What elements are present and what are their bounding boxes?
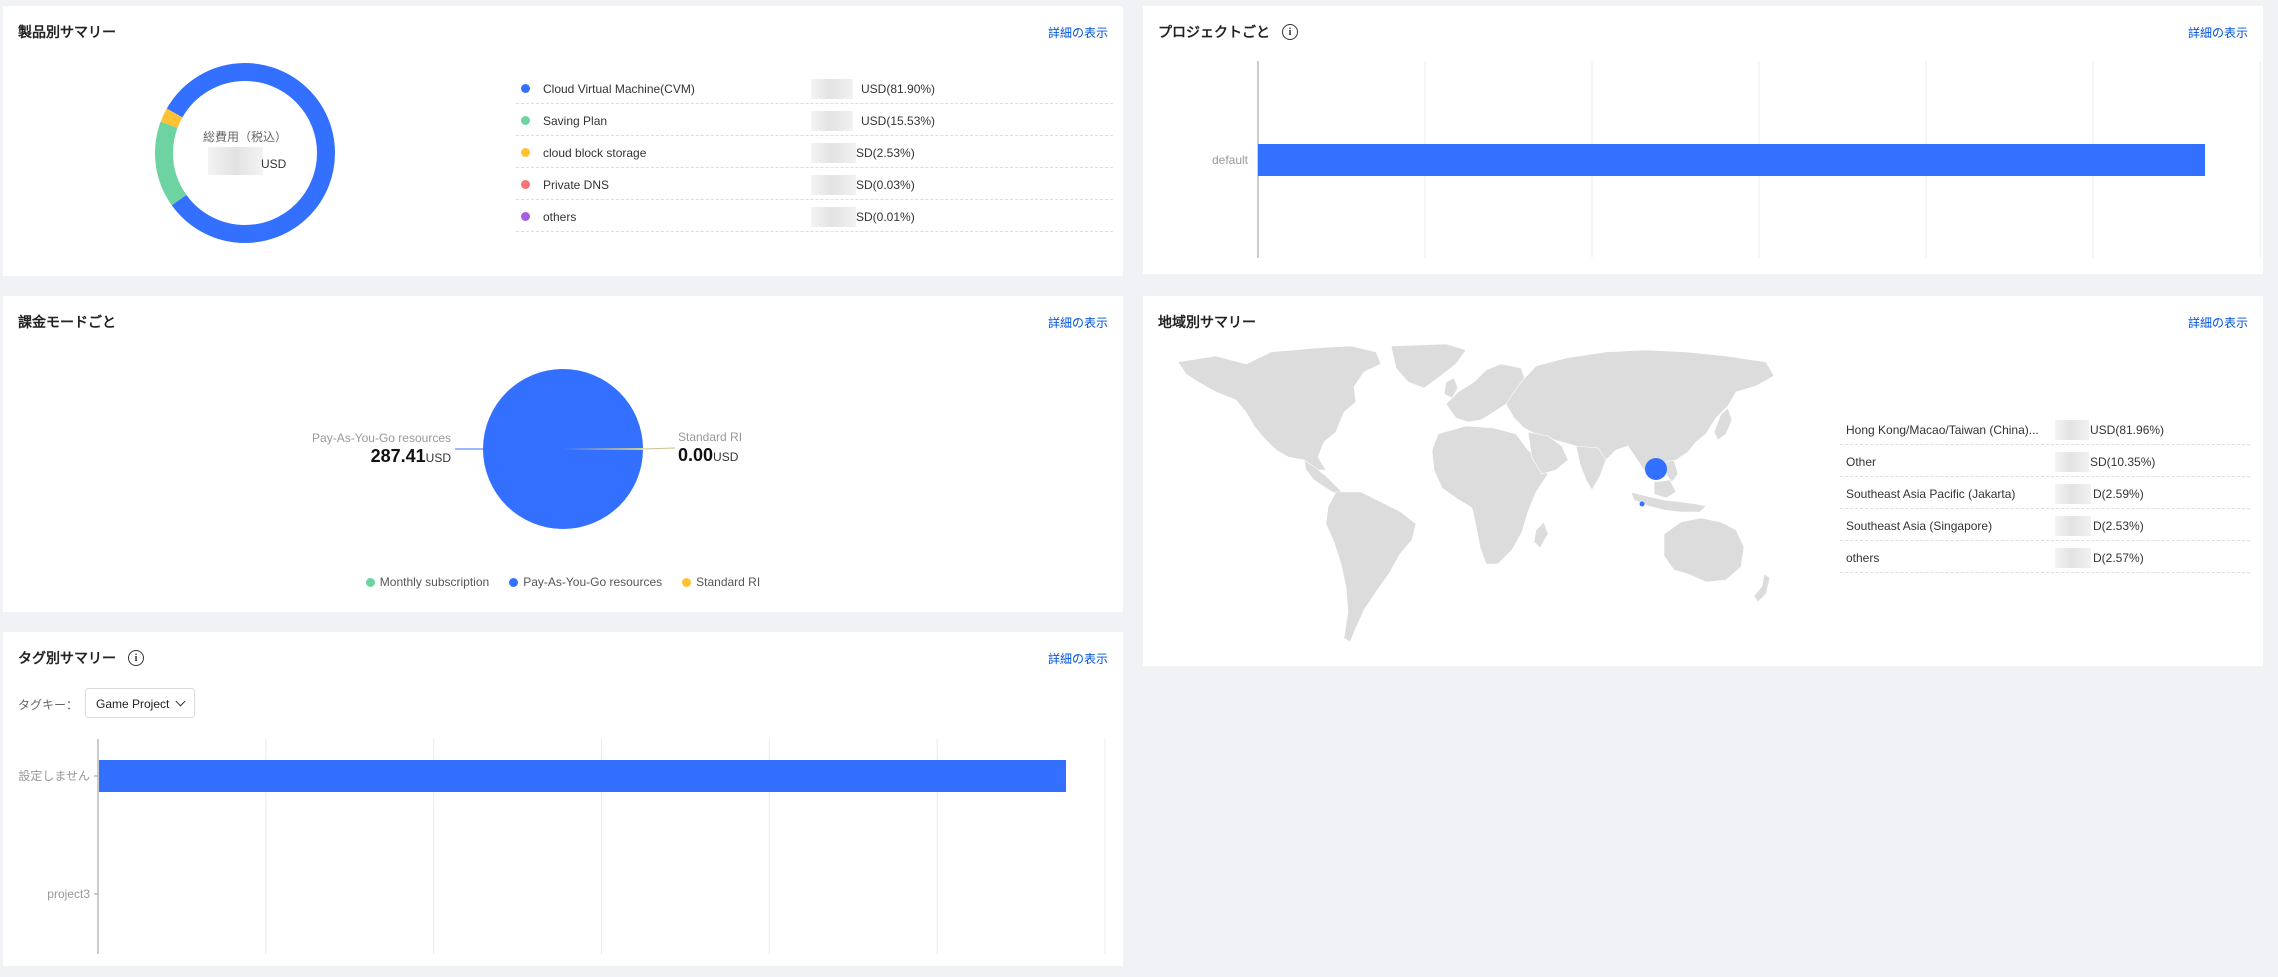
payg-label: Pay-As-You-Go resources xyxy=(312,431,451,445)
value-mask xyxy=(811,143,856,163)
region-value: D(2.53%) xyxy=(2093,519,2144,533)
donut-center-label: 総費用（税込） xyxy=(203,130,288,144)
tag-summary-card: タグ別サマリー i 詳細の表示 タグキー： Game Project 設定しません… xyxy=(3,632,1123,966)
product-legend-row[interactable]: cloud block storage SD(2.53%) xyxy=(516,136,1113,168)
category-label: 設定しません xyxy=(18,768,90,783)
legend-value: SD(2.53%) xyxy=(856,146,915,160)
payg-amount: 287.41 xyxy=(370,446,426,466)
value-mask xyxy=(811,207,856,227)
north-america-shape xyxy=(1177,345,1382,471)
legend-label: Pay-As-You-Go resources xyxy=(523,575,663,589)
legend-dot xyxy=(521,116,530,125)
south-america-shape xyxy=(1325,491,1417,643)
value-mask xyxy=(811,79,853,99)
value-mask xyxy=(2055,452,2089,472)
hong-kong-marker xyxy=(1645,458,1667,480)
legend-dot xyxy=(521,84,530,93)
new-zealand-shape xyxy=(1753,573,1771,603)
product-legend-row[interactable]: Private DNS SD(0.03%) xyxy=(516,168,1113,200)
category-label: project3 xyxy=(47,887,90,901)
value-mask xyxy=(811,111,853,131)
standard-ri-value: 0.00USD xyxy=(678,445,738,466)
legend-value: SD(0.01%) xyxy=(856,210,915,224)
australia-shape xyxy=(1663,517,1745,583)
standard-ri-amount: 0.00 xyxy=(678,445,714,465)
region-name: Other xyxy=(1846,455,1877,469)
payg-value: 287.41USD xyxy=(371,446,451,467)
project-card: プロジェクトごと i 詳細の表示 default xyxy=(1143,6,2263,274)
billing-pie-chart xyxy=(455,369,676,529)
region-name: Southeast Asia Pacific (Jakarta) xyxy=(1846,487,2016,501)
standard-ri-unit: USD xyxy=(713,450,739,464)
leader-line xyxy=(642,447,676,450)
region-name: Southeast Asia (Singapore) xyxy=(1846,519,1993,533)
legend-value: USD(81.90%) xyxy=(861,82,936,96)
legend-dot xyxy=(521,212,530,221)
region-legend-table: Hong Kong/Macao/Taiwan (China)... USD(81.… xyxy=(1840,413,2250,573)
region-summary-card: 地域別サマリー 詳細の表示 Hong Kong/Macao/Taiwan (Ch… xyxy=(1143,296,2263,666)
billing-mode-card: 課金モードごと 詳細の表示 Pay-As-You-Go resources 28… xyxy=(3,296,1123,612)
legend-name: Cloud Virtual Machine(CVM) xyxy=(543,82,695,96)
region-value: USD(81.96%) xyxy=(2090,423,2165,437)
legend-name: Saving Plan xyxy=(543,114,608,128)
legend-dot xyxy=(509,577,519,587)
region-legend-row[interactable]: others D(2.57%) xyxy=(1840,541,2250,573)
legend-name: cloud block storage xyxy=(543,146,647,160)
product-detail-link[interactable]: 詳細の表示 xyxy=(1048,24,1108,41)
legend-item[interactable]: Pay-As-You-Go resources xyxy=(509,575,662,589)
world-map xyxy=(1177,343,1775,643)
singapore-marker xyxy=(1639,501,1645,507)
legend-item[interactable]: Standard RI xyxy=(682,575,760,589)
region-legend-row[interactable]: Southeast Asia Pacific (Jakarta) D(2.59%) xyxy=(1840,477,2250,509)
donut-total-mask xyxy=(208,147,263,175)
value-mask xyxy=(2055,420,2089,440)
region-name: Hong Kong/Macao/Taiwan (China)... xyxy=(1846,423,2039,437)
madagascar-shape xyxy=(1533,521,1549,549)
region-value: D(2.59%) xyxy=(2093,487,2144,501)
legend-value: SD(0.03%) xyxy=(856,178,915,192)
value-mask xyxy=(2055,516,2091,536)
borneo-shape xyxy=(1653,479,1677,499)
region-legend-row[interactable]: Southeast Asia (Singapore) D(2.53%) xyxy=(1840,509,2250,541)
legend-name: Private DNS xyxy=(543,178,610,192)
standard-ri-label: Standard RI xyxy=(678,430,743,444)
donut-center-unit: USD xyxy=(261,157,287,171)
value-mask xyxy=(2055,484,2091,504)
legend-label: Standard RI xyxy=(696,575,761,589)
region-detail-link[interactable]: 詳細の表示 xyxy=(2188,314,2248,331)
product-legend-row[interactable]: Saving Plan USD(15.53%) xyxy=(516,104,1113,136)
legend-label: Monthly subscription xyxy=(379,575,490,589)
region-legend-row[interactable]: Other SD(10.35%) xyxy=(1840,445,2250,477)
product-summary-title: 製品別サマリー xyxy=(18,24,116,40)
payg-unit: USD xyxy=(425,451,451,465)
project-bar-chart: default xyxy=(1212,61,2261,258)
legend-dot xyxy=(365,577,375,587)
bar-0[interactable] xyxy=(99,760,1066,792)
product-summary-card: 製品別サマリー 詳細の表示 総費用（税込） USD Cloud Virtual … xyxy=(3,6,1123,276)
legend-dot xyxy=(521,148,530,157)
value-mask xyxy=(811,175,856,195)
category-label: default xyxy=(1212,153,1249,167)
philippines-shape xyxy=(1665,459,1679,483)
region-value: D(2.57%) xyxy=(2093,551,2144,565)
product-legend-row[interactable]: others SD(0.01%) xyxy=(516,200,1113,232)
product-legend-row[interactable]: Cloud Virtual Machine(CVM) USD(81.90%) xyxy=(516,72,1113,104)
region-name: others xyxy=(1846,551,1880,565)
legend-dot xyxy=(521,180,530,189)
bar-default[interactable] xyxy=(1258,144,2205,176)
legend-dot xyxy=(682,577,692,587)
region-value: SD(10.35%) xyxy=(2090,455,2156,469)
region-legend-row[interactable]: Hong Kong/Macao/Taiwan (China)... USD(81.… xyxy=(1840,413,2250,445)
value-mask xyxy=(2055,548,2091,568)
billing-legend: Monthly subscription Pay-As-You-Go resour… xyxy=(3,575,1123,589)
region-summary-title: 地域別サマリー xyxy=(1158,314,1256,330)
legend-name: others xyxy=(543,210,577,224)
legend-item[interactable]: Monthly subscription xyxy=(365,575,490,589)
tag-bar-chart: 設定しません project3 xyxy=(18,739,1106,954)
legend-value: USD(15.53%) xyxy=(861,114,936,128)
product-legend-table: Cloud Virtual Machine(CVM) USD(81.90%) Sav… xyxy=(516,72,1113,232)
